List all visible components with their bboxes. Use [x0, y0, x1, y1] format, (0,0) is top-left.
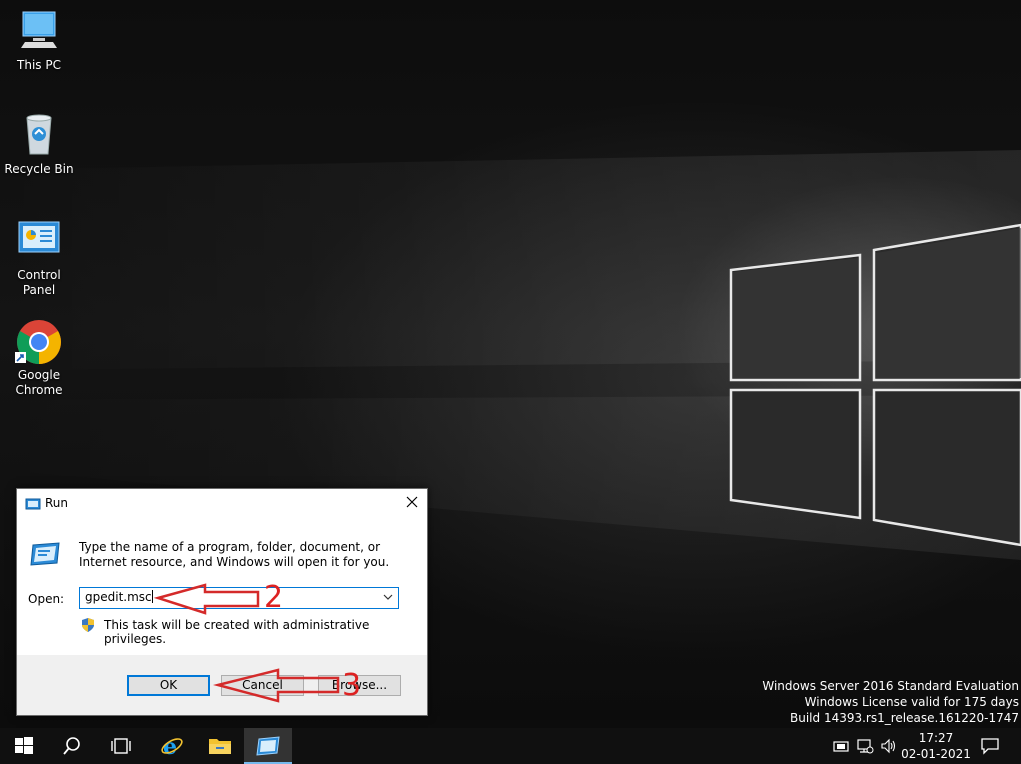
clock-date: 02-01-2021 [901, 747, 971, 761]
this-pc-icon [15, 8, 63, 56]
close-button[interactable] [397, 489, 427, 517]
open-combobox[interactable]: gpedit.msc [79, 587, 399, 609]
task-view-button[interactable] [96, 728, 144, 764]
search-button[interactable] [48, 728, 96, 764]
run-taskbar-button[interactable] [244, 728, 292, 764]
internet-explorer-button[interactable]: e [148, 728, 196, 764]
recycle-bin-icon [15, 112, 63, 160]
start-button[interactable] [0, 728, 48, 764]
open-label: Open: [28, 592, 65, 606]
network-icon[interactable] [856, 738, 874, 754]
chevron-down-icon[interactable] [382, 589, 394, 605]
watermark-line: Windows Server 2016 Standard Evaluation [762, 679, 1019, 693]
open-input[interactable]: gpedit.msc [85, 590, 153, 604]
desktop-icon-google-chrome[interactable]: Google Chrome [0, 318, 78, 398]
open-input-value: gpedit.msc [85, 590, 152, 604]
run-icon [25, 498, 41, 510]
desktop-icon-recycle-bin[interactable]: Recycle Bin [0, 112, 78, 177]
desktop-icon-label: Control Panel [17, 268, 61, 297]
cancel-button[interactable]: Cancel [221, 675, 304, 696]
text-caret [151, 590, 153, 603]
run-description: Type the name of a program, folder, docu… [79, 540, 390, 569]
file-explorer-button[interactable] [196, 728, 244, 764]
uac-shield-icon [82, 618, 94, 632]
run-icon [30, 542, 60, 566]
start-icon [15, 737, 33, 754]
desktop-icon-label: Recycle Bin [4, 162, 74, 176]
desktop-icon-label: This PC [17, 58, 61, 72]
file-explorer-icon [209, 739, 231, 754]
run-dialog-titlebar[interactable]: Run [17, 489, 427, 519]
internet-explorer-icon: e [161, 734, 183, 758]
notifications-icon[interactable] [980, 737, 1000, 755]
close-icon [406, 496, 418, 508]
taskbar-clock[interactable]: 17:27 02-01-2021 [898, 730, 974, 762]
desktop-icon-label: Google Chrome [15, 368, 63, 397]
action-center-flag-icon[interactable] [832, 738, 850, 754]
chrome-icon [15, 318, 63, 366]
taskbar: e 17:27 02-01-2021 [0, 728, 1021, 764]
dialog-title: Run [45, 496, 69, 510]
run-icon [256, 736, 280, 756]
desktop-icon-control-panel[interactable]: Control Panel [0, 218, 78, 298]
watermark-line: Windows License valid for 175 days [804, 695, 1019, 709]
run-dialog: Run Type the name of a program, folder, … [16, 488, 428, 716]
task-view-icon [111, 738, 131, 754]
control-panel-icon [15, 218, 63, 266]
desktop-icon-this-pc[interactable]: This PC [0, 8, 78, 73]
ok-button[interactable]: OK [127, 675, 210, 696]
watermark-line: Build 14393.rs1_release.161220-1747 [790, 711, 1019, 725]
annotation-step-3: 3 [342, 668, 362, 703]
windows-evaluation-watermark: Windows Server 2016 Standard Evaluation … [762, 678, 1019, 726]
annotation-step-2: 2 [264, 580, 284, 615]
admin-privileges-note: This task will be created with administr… [104, 618, 370, 646]
search-icon [63, 737, 80, 755]
clock-time: 17:27 [918, 731, 954, 745]
volume-icon[interactable] [880, 738, 898, 754]
